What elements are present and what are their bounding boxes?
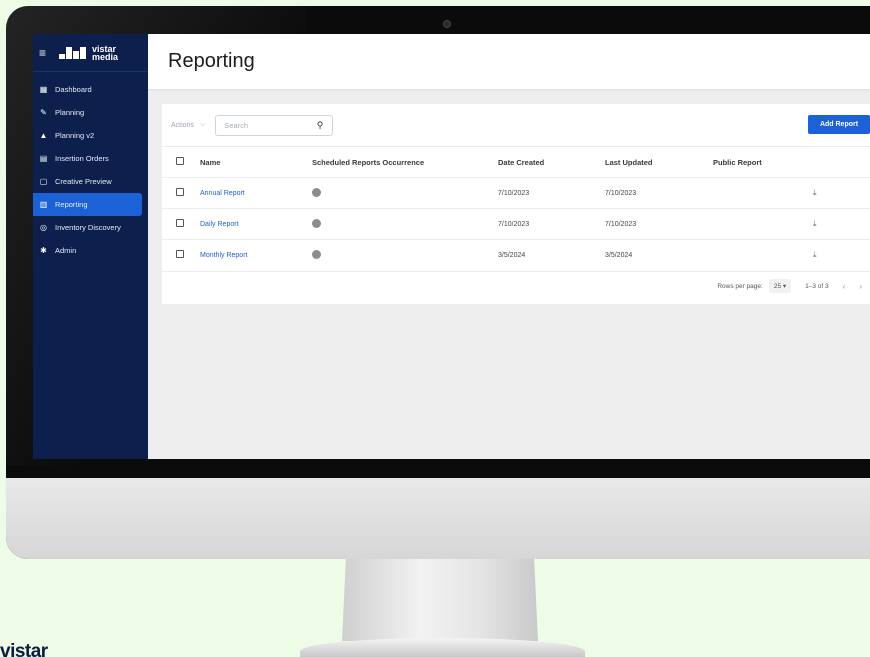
logo-mark-icon [59,46,89,59]
pagination-range: 1–3 of 3 [805,282,829,290]
app-logo[interactable]: vistar media [59,44,119,62]
column-header-name[interactable]: Name [200,146,312,178]
screen: ≡ vistar media ▦ Dashboard ✎ Planning ▲ … [33,34,870,459]
chevron-down-icon: ▾ [782,283,787,290]
chevron-down-icon: ⌵ [199,121,206,128]
gear-icon: ✱ [40,246,47,255]
table-row: Daily Report 7/10/2023 7/10/2023 ⤓ [162,208,870,240]
brand-logo-text: vistar [0,641,48,657]
sidebar-item-planning-v2[interactable]: ▲ Planning v2 [33,124,148,147]
search-input[interactable]: Search ⚲ [215,114,334,136]
document-icon: ▤ [39,154,48,163]
logo-text-media: media [92,51,119,62]
prev-page-icon[interactable]: ‹ [843,282,846,291]
report-name-link[interactable]: Daily Report [200,221,239,228]
column-header-public-report[interactable]: Public Report [713,146,813,178]
table-row: Annual Report 7/10/2023 7/10/2023 ⤓ [162,177,870,209]
sidebar-item-creative-preview[interactable]: ▢ Creative Preview [33,170,148,193]
sidebar-item-insertion-orders[interactable]: ▤ Insertion Orders [33,147,148,170]
schedule-status-icon [312,187,321,197]
download-icon[interactable]: ⤓ [813,219,817,228]
menu-icon[interactable]: ≡ [39,46,53,60]
date-created: 3/5/2024 [498,239,605,271]
sidebar-item-label: Admin [55,246,77,255]
public-report [713,239,813,271]
add-report-button[interactable]: Add Report [808,115,870,134]
monitor-stand [342,559,538,641]
pencil-icon: ✎ [40,108,47,117]
sidebar-item-admin[interactable]: ✱ Admin [33,239,148,262]
download-icon[interactable]: ⤓ [813,188,817,197]
report-name-link[interactable]: Annual Report [200,190,245,197]
sidebar-item-label: Planning v2 [55,131,95,140]
sidebar-item-reporting[interactable]: ▥ Reporting [33,193,142,216]
column-header-last-updated[interactable]: Last Updated [605,146,713,178]
date-created: 7/10/2023 [498,208,605,240]
dashboard-icon: ▦ [39,85,48,94]
sidebar-item-label: Dashboard [55,85,92,94]
report-name-link[interactable]: Monthly Report [200,252,247,259]
sidebar-item-label: Reporting [55,200,88,209]
row-checkbox[interactable] [176,219,184,227]
sidebar-item-label: Inventory Discovery [55,223,121,232]
pagination: Rows per page: 25 ▾ 1–3 of 3 ‹ › [162,270,870,301]
search-placeholder: Search [224,120,249,130]
last-updated: 3/5/2024 [605,239,713,271]
select-all-checkbox[interactable] [176,157,184,165]
actions-label: Actions [171,121,194,129]
search-icon[interactable]: ⚲ [317,120,324,131]
toolbar: Actions ⌵ Search ⚲ Add Report [162,104,870,146]
schedule-status-icon [312,218,321,228]
monitor-chin [6,478,870,559]
date-created: 7/10/2023 [498,177,605,209]
rows-per-page-value: 25 [773,283,782,290]
sidebar-item-dashboard[interactable]: ▦ Dashboard [33,78,148,101]
column-header-date-created[interactable]: Date Created [498,146,605,178]
row-checkbox[interactable] [176,250,184,259]
flask-icon: ▲ [39,131,48,140]
table-row: Monthly Report 3/5/2024 3/5/2024 ⤓ [162,239,870,271]
sidebar-item-planning[interactable]: ✎ Planning [33,101,148,124]
table-header-row: Name Scheduled Reports Occurrence Date C… [162,146,870,178]
rows-per-page-select[interactable]: 25 ▾ [768,279,792,293]
reports-card: Actions ⌵ Search ⚲ Add Report Name Sched… [162,104,870,304]
discovery-icon: ◎ [40,223,47,232]
page-title: Reporting [168,50,255,72]
download-icon[interactable]: ⤓ [813,250,817,259]
last-updated: 7/10/2023 [605,177,713,209]
camera [443,20,451,28]
sidebar-item-label: Planning [55,108,85,117]
monitor-base [300,638,585,657]
page-header: Reporting [148,34,870,89]
actions-dropdown[interactable]: Actions ⌵ [171,121,205,129]
public-report [713,208,813,240]
preview-icon: ▢ [39,177,48,186]
row-checkbox[interactable] [176,188,184,196]
sidebar: ≡ vistar media ▦ Dashboard ✎ Planning ▲ … [33,34,148,459]
last-updated: 7/10/2023 [605,208,713,240]
sidebar-item-label: Insertion Orders [55,154,109,163]
sidebar-nav: ▦ Dashboard ✎ Planning ▲ Planning v2 ▤ I… [33,78,148,262]
main-content: Reporting Actions ⌵ Search ⚲ Add Report [148,34,870,459]
schedule-status-icon [312,249,321,259]
public-report [713,177,813,209]
rows-per-page-label: Rows per page: [717,282,763,290]
reports-table: Name Scheduled Reports Occurrence Date C… [162,146,870,271]
sidebar-item-label: Creative Preview [55,177,112,186]
chart-icon: ▥ [39,200,48,209]
column-header-scheduled[interactable]: Scheduled Reports Occurrence [312,146,498,178]
next-page-icon[interactable]: › [859,282,862,291]
sidebar-item-inventory-discovery[interactable]: ◎ Inventory Discovery [33,216,148,239]
